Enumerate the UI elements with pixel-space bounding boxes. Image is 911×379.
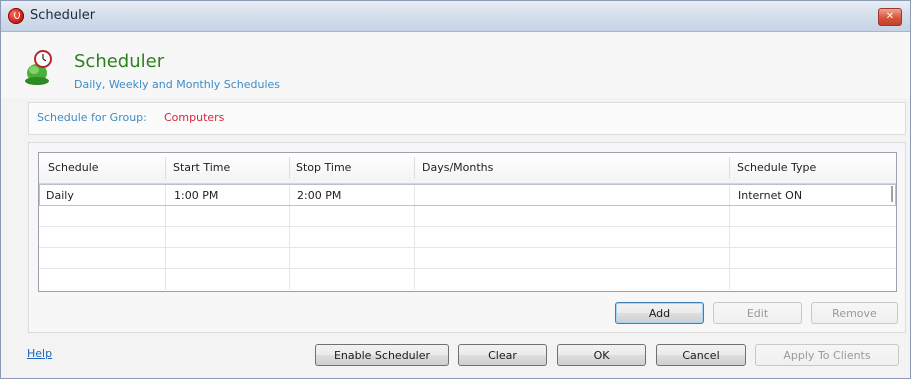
remove-button[interactable]: Remove xyxy=(811,302,898,324)
window-title: Scheduler xyxy=(30,8,96,23)
column-header-start-time[interactable]: Start Time xyxy=(173,161,230,174)
table-row-empty[interactable] xyxy=(39,248,896,269)
column-divider[interactable] xyxy=(414,157,415,179)
enable-scheduler-button[interactable]: Enable Scheduler xyxy=(315,344,449,366)
apply-to-clients-button[interactable]: Apply To Clients xyxy=(755,344,899,366)
table-row[interactable]: Daily 1:00 PM 2:00 PM Internet ON xyxy=(39,184,896,206)
app-icon xyxy=(8,8,24,24)
cell-start-time: 1:00 PM xyxy=(174,189,219,202)
column-header-days-months[interactable]: Days/Months xyxy=(422,161,493,174)
schedule-grid[interactable]: Schedule Start Time Stop Time Days/Month… xyxy=(38,152,897,292)
column-header-stop-time[interactable]: Stop Time xyxy=(296,161,351,174)
column-header-schedule[interactable]: Schedule xyxy=(48,161,99,174)
group-value: Computers xyxy=(164,111,225,124)
group-panel xyxy=(28,102,906,135)
grid-header: Schedule Start Time Stop Time Days/Month… xyxy=(39,153,896,184)
help-link[interactable]: Help xyxy=(27,347,52,360)
table-row-empty[interactable] xyxy=(39,206,896,227)
globe-clock-icon xyxy=(25,50,52,85)
ok-button[interactable]: OK xyxy=(557,344,646,366)
cell-schedule-type: Internet ON xyxy=(738,189,803,202)
cancel-button[interactable]: Cancel xyxy=(656,344,746,366)
header-subtitle: Daily, Weekly and Monthly Schedules xyxy=(74,78,281,91)
column-divider[interactable] xyxy=(729,157,730,179)
header-title: Scheduler xyxy=(74,51,165,72)
close-button[interactable]: ✕ xyxy=(878,8,902,26)
table-row-empty[interactable] xyxy=(39,227,896,248)
scrollbar[interactable] xyxy=(891,186,893,202)
scheduler-window: Scheduler ✕ Scheduler Daily, Weekly and … xyxy=(0,0,911,379)
column-header-schedule-type[interactable]: Schedule Type xyxy=(737,161,816,174)
clear-button[interactable]: Clear xyxy=(458,344,547,366)
column-divider[interactable] xyxy=(165,157,166,179)
cell-schedule: Daily xyxy=(46,189,74,202)
edit-button[interactable]: Edit xyxy=(713,302,802,324)
column-divider[interactable] xyxy=(289,157,290,179)
group-label: Schedule for Group: xyxy=(37,111,147,124)
add-button[interactable]: Add xyxy=(615,302,704,324)
cell-stop-time: 2:00 PM xyxy=(297,189,342,202)
title-bar: Scheduler ✕ xyxy=(1,1,910,32)
